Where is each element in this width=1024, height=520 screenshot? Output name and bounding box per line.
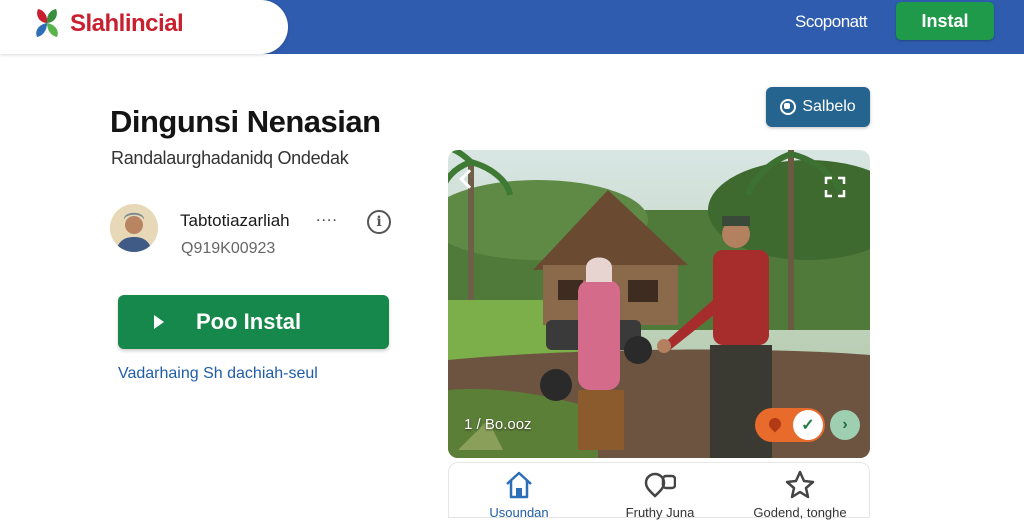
nav-label: Usoundan	[489, 505, 549, 520]
brand-name: Slahlincial	[70, 10, 184, 37]
install-button[interactable]: Poo Instal	[118, 295, 389, 349]
leaf-logo-icon	[36, 9, 58, 37]
play-icon	[154, 315, 164, 329]
chat-icon	[644, 472, 676, 498]
next-arrow-icon[interactable]: ›	[830, 410, 860, 440]
info-icon[interactable]: i	[367, 210, 391, 234]
author-id: Q919K00923	[181, 240, 276, 257]
header-link[interactable]: Scoponatt	[795, 12, 868, 32]
expand-icon[interactable]	[824, 176, 846, 198]
star-icon	[785, 470, 815, 499]
check-icon: ✓	[793, 410, 823, 440]
globe-icon	[780, 99, 797, 115]
page-subtitle: Randalaurghadanidq Ondedak	[111, 148, 349, 168]
top-bar: Slahlincial Scoponatt Instal	[0, 0, 1024, 54]
author-name-ellipsis: ....	[316, 208, 338, 225]
header-install-button[interactable]: Instal	[896, 2, 994, 40]
save-button-label: Salbelo	[802, 98, 856, 115]
bottom-navigation: Usoundan Fruthy Juna Godend, tonghe	[448, 462, 870, 520]
page-title: Dingunsi Nenasian	[110, 104, 381, 139]
author-name: Tabtotiazarliah	[180, 211, 290, 230]
brand-area[interactable]: Slahlincial	[0, 0, 288, 54]
nav-item-home[interactable]: Usoundan	[449, 463, 589, 520]
nav-item-favorites[interactable]: Godend, tonghe	[730, 463, 870, 520]
details-link[interactable]: Vadarhaing Sh dachiah-seul	[118, 365, 318, 383]
save-button[interactable]: Salbelo	[766, 87, 870, 127]
home-icon	[506, 471, 532, 499]
nav-label: Fruthy Juna	[625, 505, 695, 520]
location-pin-icon	[766, 415, 784, 433]
avatar-image	[110, 204, 158, 252]
install-button-label: Poo Instal	[196, 309, 302, 334]
avatar[interactable]	[110, 204, 158, 252]
photo-gallery[interactable]: 1 / Bo.ooz ✓ ›	[448, 150, 870, 458]
photo-counter: 1 / Bo.ooz	[464, 416, 532, 433]
nav-label: Godend, tonghe	[753, 505, 847, 520]
nav-item-chat[interactable]: Fruthy Juna	[590, 463, 730, 520]
map-toggle[interactable]: ✓	[755, 408, 825, 442]
